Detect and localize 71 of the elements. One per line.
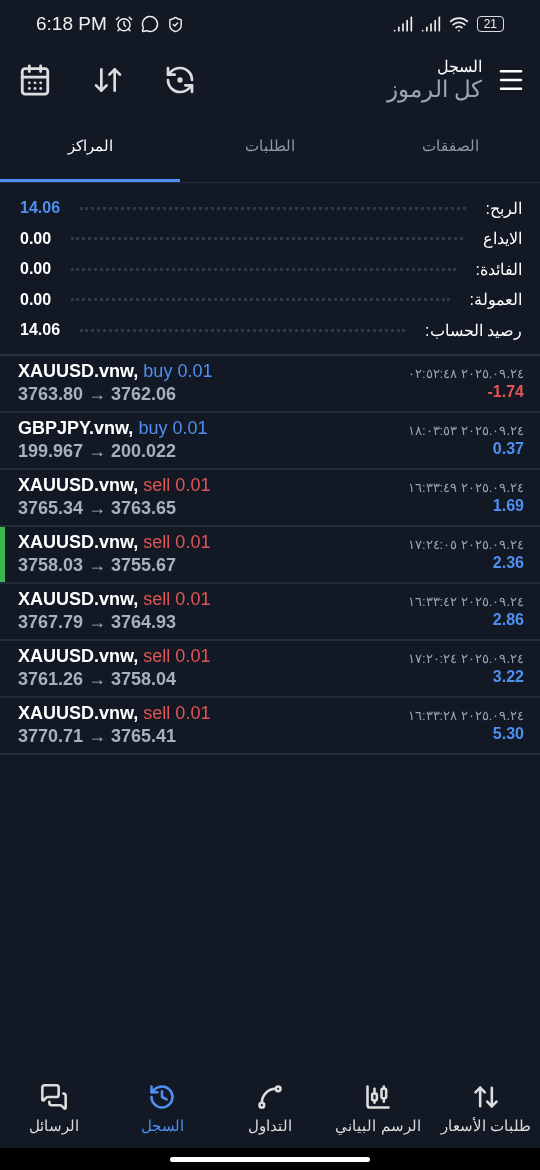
summary-value: 14.06 [20, 199, 61, 218]
trade-symbol: XAUUSD.vnw, [18, 475, 139, 496]
trade-prices: 3767.79 → 3764.93 [18, 612, 177, 633]
trade-symbol: XAUUSD.vnw, [18, 589, 139, 610]
trade-prices: 3770.71 → 3765.41 [18, 726, 177, 747]
nav-item[interactable]: الرسائل [0, 1083, 108, 1135]
trade-symbol: XAUUSD.vnw, [18, 361, 139, 382]
trade-prices: 3761.26 → 3758.04 [18, 669, 177, 690]
trade-order: sell 0.01 [143, 532, 211, 553]
trade-profit: 2.36 [492, 553, 524, 572]
summary-value: 14.06 [20, 321, 61, 340]
trade-order: sell 0.01 [143, 589, 211, 610]
trade-time: ٢٠٢٥.٠٩.٢٤ ١٦:٣٣:٤٩ [407, 479, 524, 495]
tab[interactable]: الصفقات [360, 112, 540, 182]
wifi-icon [448, 14, 469, 34]
arrows-icon [472, 1083, 500, 1111]
trade-prices: 3765.34 → 3763.65 [18, 498, 177, 519]
trade-order: sell 0.01 [143, 703, 211, 724]
trade-time: ٢٠٢٥.٠٩.٢٤ ١٨:٠٣:٥٣ [407, 422, 524, 438]
home-indicator[interactable] [170, 1156, 370, 1162]
summary-label: العمولة: [469, 290, 522, 310]
trade-time: ٢٠٢٥.٠٩.٢٤ ١٧:٢٠:٢٤ [407, 650, 524, 666]
messages-icon [40, 1083, 68, 1111]
history-icon [148, 1083, 176, 1111]
trade-order: buy 0.01 [138, 418, 208, 439]
trade-prices: 3758.03 → 3755.67 [18, 555, 177, 576]
page-title: السجل [437, 57, 482, 76]
trade-profit: 1.69 [492, 496, 524, 515]
trade-time: ٢٠٢٥.٠٩.٢٤ ١٦:٣٣:٤٢ [407, 593, 524, 609]
nav-item[interactable]: الرسم البياني [324, 1083, 432, 1135]
trade-order: sell 0.01 [143, 646, 211, 667]
nav-item[interactable]: السجل [108, 1083, 216, 1135]
chat-icon [140, 15, 159, 33]
shield-icon [166, 15, 184, 33]
battery-indicator: 21 [476, 16, 504, 32]
trade-profit: -1.74 [487, 382, 524, 401]
trade-symbol: GBPJPY.vnw, [18, 418, 134, 439]
line-chart-icon [256, 1083, 284, 1111]
trade-profit: 0.37 [492, 439, 524, 458]
trade-time: ٢٠٢٥.٠٩.٢٤ ٠٢:٥٢:٤٨ [407, 365, 524, 381]
signal-icon [392, 14, 413, 34]
currency-refresh-icon[interactable] [164, 64, 196, 96]
tab[interactable]: المراكز [0, 112, 180, 182]
signal-icon [420, 14, 441, 34]
summary-value: 0.00 [20, 229, 52, 248]
status-time: 6:18 PM [36, 13, 107, 35]
calendar-icon[interactable] [18, 63, 52, 97]
trade-symbol: XAUUSD.vnw, [18, 532, 139, 553]
alarm-icon [114, 15, 133, 33]
trade-symbol: XAUUSD.vnw, [18, 646, 139, 667]
trade-order: buy 0.01 [143, 361, 213, 382]
trade-prices: 3763.80 → 3762.06 [18, 384, 177, 405]
summary-value: 0.00 [20, 290, 52, 309]
summary-value: 0.00 [20, 260, 52, 279]
nav-item[interactable]: التداول [216, 1083, 324, 1135]
summary-label: الفائدة: [475, 259, 522, 279]
trade-profit: 5.30 [492, 724, 524, 743]
nav-item[interactable]: طلبات الأسعار [432, 1083, 540, 1135]
trade-profit: 2.86 [492, 610, 524, 629]
tab[interactable]: الطلبات [180, 112, 360, 182]
trade-time: ٢٠٢٥.٠٩.٢٤ ١٦:٣٣:٢٨ [407, 707, 524, 723]
trade-time: ٢٠٢٥.٠٩.٢٤ ١٧:٢٤:٠٥ [407, 536, 524, 552]
trade-order: sell 0.01 [143, 475, 211, 496]
trade-symbol: XAUUSD.vnw, [18, 703, 139, 724]
trade-prices: 199.967 → 200.022 [18, 441, 177, 462]
trade-profit: 3.22 [492, 667, 524, 686]
summary-label: الربح: [485, 198, 522, 218]
symbol-filter[interactable]: كل الرموز [386, 76, 482, 103]
candlestick-icon [364, 1083, 392, 1111]
summary-label: الايداع [483, 229, 522, 249]
summary-label: رصيد الحساب: [425, 320, 522, 340]
